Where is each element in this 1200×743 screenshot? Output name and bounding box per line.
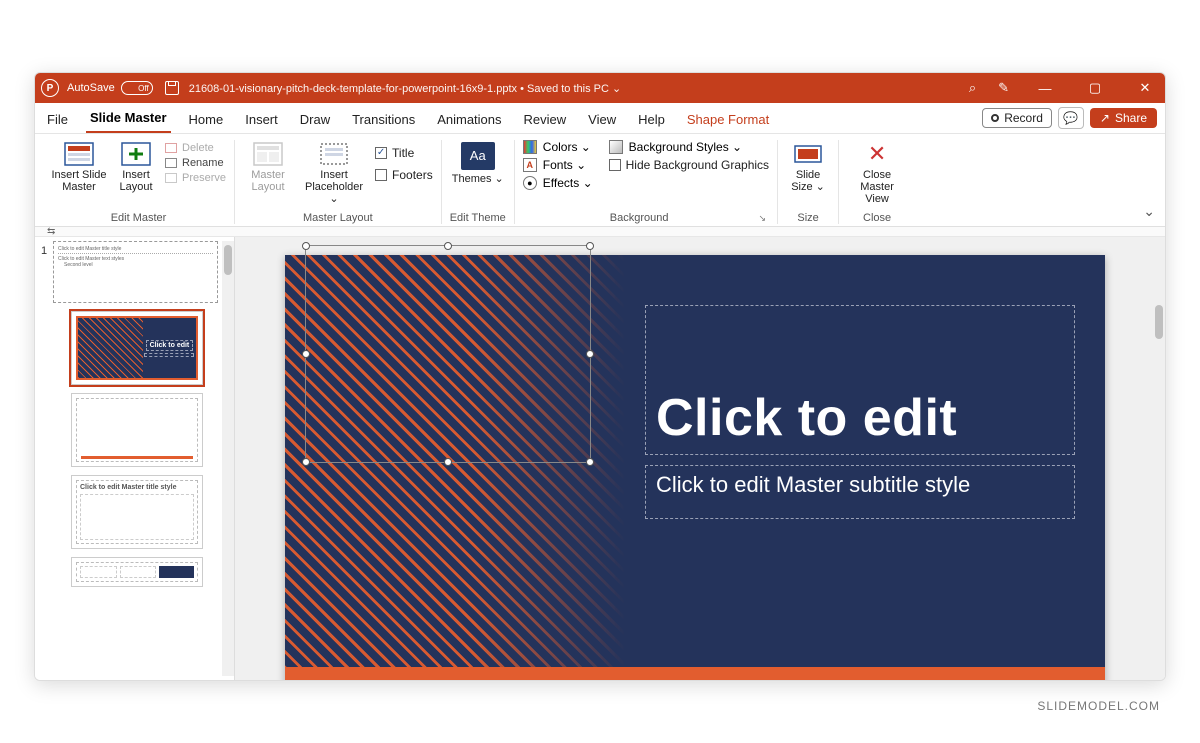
resize-handle[interactable] [586,242,594,250]
powerpoint-app-icon: P [41,79,59,97]
tab-review[interactable]: Review [520,108,571,133]
slide-accent-bar [285,667,1105,680]
insert-slide-master-button[interactable]: Insert Slide Master [51,140,107,193]
resize-handle[interactable] [302,350,310,358]
background-styles-icon [609,140,623,154]
powerpoint-window: P AutoSave Off 21608-01-visionary-pitch-… [34,72,1166,681]
effects-icon: ● [523,176,537,190]
share-icon: ↗ [1100,111,1110,125]
fonts-button[interactable]: AFonts ⌄ [523,158,593,172]
slide-size-icon [793,142,823,166]
group-label: Edit Master [111,208,167,224]
tab-file[interactable]: File [43,108,72,133]
ribbon-tabs: File Slide Master Home Insert Draw Trans… [35,103,1165,133]
master-thumbnail[interactable]: Click to edit Master title style Click t… [53,241,218,303]
subtitle-placeholder[interactable]: Click to edit Master subtitle style [645,465,1075,519]
resize-handle[interactable] [586,350,594,358]
workspace: 1 Click to edit Master title style Click… [35,237,1165,680]
autosave-toggle[interactable]: AutoSave Off [67,81,153,95]
record-button[interactable]: Record [982,108,1052,128]
colors-icon [523,140,537,154]
canvas-scrollbar[interactable] [1153,237,1165,680]
layout-thumbnail-4[interactable] [71,557,203,587]
group-edit-master: Insert Slide Master Insert Layout Delete… [43,140,235,224]
minimize-button[interactable]: — [1031,81,1059,96]
background-styles-button[interactable]: Background Styles ⌄ [609,140,769,154]
rename-button[interactable]: Rename [165,157,226,169]
ribbon: Insert Slide Master Insert Layout Delete… [35,133,1165,227]
title-placeholder[interactable]: Click to edit [645,305,1075,455]
slide-number: 1 [41,241,53,676]
background-dialog-launcher[interactable]: ↘ [756,213,770,224]
tab-shape-format[interactable]: Shape Format [683,108,773,133]
group-edit-theme: Aa Themes ⌄ Edit Theme [442,140,515,224]
delete-button: Delete [165,142,226,154]
canvas-wrap: Click to edit Click to edit Master subti… [235,237,1165,680]
tab-slide-master[interactable]: Slide Master [86,106,171,133]
slide-canvas-area[interactable]: Click to edit Click to edit Master subti… [235,237,1153,680]
maximize-button[interactable]: ▢ [1081,80,1109,96]
tab-home[interactable]: Home [185,108,228,133]
layout-thumbnail-3[interactable]: Click to edit Master title style [71,475,203,549]
slide-size-button[interactable]: Slide Size ⌄ [786,140,830,193]
tab-help[interactable]: Help [634,108,669,133]
footers-checkbox[interactable]: Footers [375,168,433,182]
rename-icon [165,158,177,168]
colors-button[interactable]: Colors ⌄ [523,140,593,154]
insert-slide-master-icon [64,142,94,166]
resize-handle[interactable] [302,242,310,250]
layout-thumbnail-2[interactable] [71,393,203,467]
comments-button[interactable]: 💬 [1058,107,1084,129]
tab-transitions[interactable]: Transitions [348,108,419,133]
tab-view[interactable]: View [584,108,620,133]
fonts-icon: A [523,158,537,172]
qat-bar: ⇆ [35,227,1165,237]
tab-draw[interactable]: Draw [296,108,334,133]
group-master-layout: Master Layout Insert Placeholder ⌄ ✓Titl… [235,140,442,224]
effects-button[interactable]: ●Effects ⌄ [523,176,593,190]
selection-frame[interactable] [305,245,591,463]
close-window-button[interactable]: ✕ [1131,80,1159,96]
group-background: Colors ⌄ AFonts ⌄ ●Effects ⌄ Background … [515,140,778,224]
resize-handle[interactable] [444,458,452,466]
resize-handle[interactable] [444,242,452,250]
group-close: ✕ Close Master View Close [839,140,915,224]
insert-placeholder-button[interactable]: Insert Placeholder ⌄ [299,140,369,205]
thumbnail-panel: 1 Click to edit Master title style Click… [35,237,235,680]
thumbnail-scrollbar[interactable] [222,241,234,676]
group-size: Slide Size ⌄ Size [778,140,839,224]
watermark: SLIDEMODEL.COM [1037,699,1160,713]
share-button[interactable]: ↗Share [1090,108,1157,128]
insert-layout-button[interactable]: Insert Layout [113,140,159,193]
insert-layout-icon [121,142,151,166]
resize-handle[interactable] [586,458,594,466]
tab-insert[interactable]: Insert [241,108,282,133]
master-layout-button: Master Layout [243,140,293,193]
resize-handle[interactable] [302,458,310,466]
delete-icon [165,143,177,153]
title-checkbox[interactable]: ✓Title [375,146,433,160]
document-title[interactable]: 21608-01-visionary-pitch-deck-template-f… [189,82,622,95]
close-master-view-button[interactable]: ✕ Close Master View [847,140,907,205]
themes-button[interactable]: Aa Themes ⌄ [450,140,506,185]
layout-thumbnail-1[interactable]: Click to edit [71,311,203,385]
master-layout-icon [253,142,283,166]
collapse-ribbon-icon[interactable]: ⌄ [1143,203,1155,220]
themes-icon: Aa [461,142,495,170]
qat-customize-icon[interactable]: ⇆ [47,226,55,237]
title-bar: P AutoSave Off 21608-01-visionary-pitch-… [35,73,1165,103]
hide-background-checkbox[interactable]: Hide Background Graphics [609,158,769,172]
account-icon[interactable]: ✎ [998,80,1009,96]
insert-placeholder-icon [319,142,349,166]
search-icon[interactable]: ⌕ [969,80,976,96]
preserve-button: Preserve [165,172,226,184]
autosave-label: AutoSave [67,82,115,94]
tab-animations[interactable]: Animations [433,108,505,133]
close-icon: ✕ [868,142,886,166]
save-icon[interactable] [165,81,179,95]
preserve-icon [165,173,177,183]
